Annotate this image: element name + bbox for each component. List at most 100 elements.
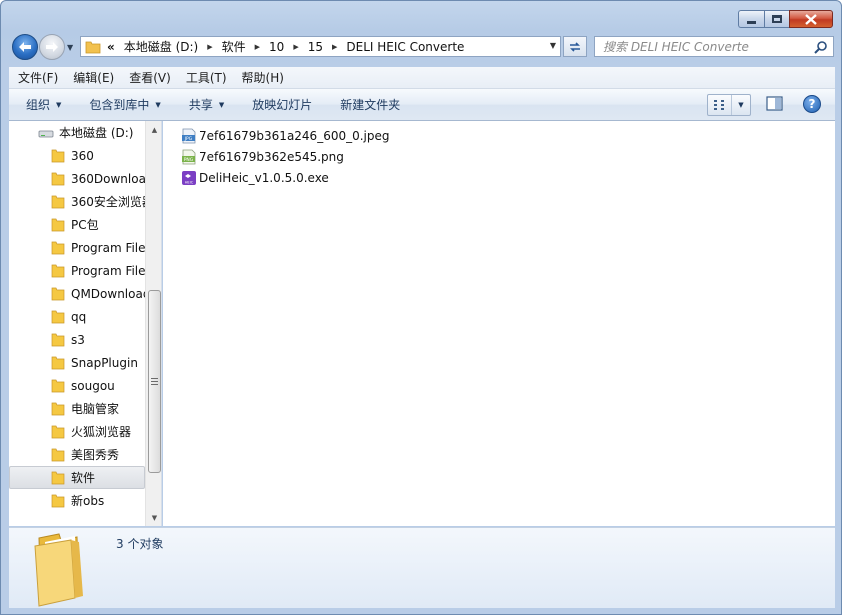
folder-icon: [51, 149, 65, 162]
tree-item-folder[interactable]: PC包: [9, 213, 145, 236]
tree-item-folder[interactable]: Program Files: [9, 236, 145, 259]
forward-button[interactable]: [39, 34, 65, 60]
file-item-exe[interactable]: HEIC DeliHeic_v1.0.5.0.exe: [181, 168, 329, 188]
organize-button[interactable]: 组织 ▼: [26, 96, 61, 113]
recent-pages-dropdown-icon[interactable]: ▼: [67, 43, 73, 52]
file-name: 7ef61679b362e545.png: [199, 150, 344, 164]
organize-label: 组织: [26, 98, 51, 112]
tree-item-folder-selected[interactable]: 软件: [9, 466, 145, 489]
search-icon[interactable]: [814, 40, 828, 54]
breadcrumb-separator-icon[interactable]: ▶: [332, 43, 337, 51]
breadcrumb-10[interactable]: 10: [269, 40, 284, 54]
scroll-down-icon[interactable]: ▼: [146, 509, 161, 526]
details-pane: 3 个对象: [9, 527, 835, 608]
tree-item-folder[interactable]: 360: [9, 144, 145, 167]
tree-label: 360安全浏览器: [71, 195, 145, 209]
svg-text:HEIC: HEIC: [185, 181, 194, 185]
svg-text:JPG: JPG: [184, 136, 193, 142]
breadcrumb-separator-icon[interactable]: ▶: [293, 43, 298, 51]
tree-label: 360Downloads: [71, 171, 145, 186]
tree-label: 美图秀秀: [71, 448, 120, 462]
tree-item-folder[interactable]: 360Downloads: [9, 167, 145, 190]
tree-item-folder[interactable]: 美图秀秀: [9, 443, 145, 466]
maximize-icon: [772, 15, 782, 23]
jpeg-file-icon: JPG: [182, 128, 196, 144]
slideshow-label: 放映幻灯片: [252, 98, 313, 112]
menu-help[interactable]: 帮助(H): [242, 69, 284, 86]
file-item-jpeg[interactable]: JPG 7ef61679b361a246_600_0.jpeg: [181, 126, 390, 146]
folder-icon: [51, 172, 65, 185]
breadcrumb-overflow[interactable]: «: [107, 40, 115, 54]
tree-item-folder[interactable]: QMDownload: [9, 282, 145, 305]
tree-label: PC包: [71, 218, 99, 232]
share-button[interactable]: 共享 ▼: [189, 96, 224, 113]
folder-icon: [51, 448, 65, 461]
tree-item-folder[interactable]: 火狐浏览器: [9, 420, 145, 443]
tree-item-folder[interactable]: 360安全浏览器: [9, 190, 145, 213]
folder-icon: [51, 402, 65, 415]
breadcrumb-15[interactable]: 15: [308, 40, 323, 54]
minimize-icon: [747, 20, 756, 24]
menu-edit[interactable]: 编辑(E): [73, 69, 114, 86]
search-input[interactable]: 搜索 DELI HEIC Converte: [594, 36, 834, 57]
tree-item-folder[interactable]: SnapPlugin: [9, 351, 145, 374]
folder-icon: [51, 195, 65, 208]
folder-icon: [51, 264, 65, 277]
scrollbar-thumb[interactable]: [148, 290, 161, 473]
tree-label: 新obs: [71, 494, 105, 508]
scroll-up-icon[interactable]: ▲: [146, 121, 161, 138]
help-button[interactable]: ?: [803, 95, 821, 113]
navigation-pane: 本地磁盘 (D:) 360 360Downloads 360安全浏览器 PC包 …: [9, 121, 162, 526]
address-bar[interactable]: « 本地磁盘 (D:) ▶ 软件 ▶ 10 ▶ 15 ▶ DELI HEIC C…: [80, 36, 561, 57]
menu-tools[interactable]: 工具(T): [186, 69, 227, 86]
minimize-button[interactable]: [738, 10, 764, 28]
menu-file[interactable]: 文件(F): [18, 69, 58, 86]
item-count: 3 个对象: [116, 537, 164, 551]
folder-icon: [51, 287, 65, 300]
slideshow-button[interactable]: 放映幻灯片: [252, 96, 312, 113]
new-folder-label: 新建文件夹: [340, 98, 401, 112]
breadcrumb-software[interactable]: 软件: [222, 38, 246, 55]
tree-label: Program Files (x86): [71, 263, 145, 278]
tree-item-folder[interactable]: sougou: [9, 374, 145, 397]
chevron-down-icon: ▼: [218, 100, 225, 109]
menu-view[interactable]: 查看(V): [129, 69, 171, 86]
file-item-png[interactable]: PNG 7ef61679b362e545.png: [181, 147, 344, 167]
new-folder-button[interactable]: 新建文件夹: [340, 96, 400, 113]
grip-icon: [151, 378, 158, 385]
close-button[interactable]: [789, 10, 833, 28]
breadcrumb-drive[interactable]: 本地磁盘 (D:): [124, 38, 198, 55]
view-list-icon[interactable]: [708, 95, 732, 115]
tree-item-folder[interactable]: 电脑管家: [9, 397, 145, 420]
address-dropdown-icon[interactable]: ▼: [550, 41, 556, 50]
file-list-pane[interactable]: JPG 7ef61679b361a246_600_0.jpeg PNG 7ef6…: [163, 121, 835, 526]
folder-icon: [51, 333, 65, 346]
tree-item-folder[interactable]: 新obs: [9, 489, 145, 512]
nav-scrollbar[interactable]: ▲ ▼: [145, 121, 161, 526]
folder-icon: [51, 379, 65, 392]
preview-pane-icon[interactable]: [766, 96, 783, 111]
tree-item-folder[interactable]: s3: [9, 328, 145, 351]
tree-item-drive-d[interactable]: 本地磁盘 (D:): [9, 121, 145, 144]
tree-item-folder[interactable]: qq: [9, 305, 145, 328]
breadcrumb-separator-icon[interactable]: ▶: [255, 43, 260, 51]
chevron-down-icon: ▼: [56, 100, 62, 109]
tree-label: Program Files: [71, 240, 145, 255]
tree-label: sougou: [71, 378, 115, 393]
breadcrumb-separator-icon[interactable]: ▶: [207, 43, 212, 51]
tree-item-folder[interactable]: Program Files (x86): [9, 259, 145, 282]
search-placeholder: 搜索 DELI HEIC Converte: [603, 40, 749, 54]
folder-icon: [51, 425, 65, 438]
folder-icon: [51, 471, 65, 484]
forward-arrow-icon: [46, 42, 58, 52]
back-button[interactable]: [12, 34, 38, 60]
maximize-button[interactable]: [764, 10, 789, 28]
change-view-button[interactable]: ▼: [707, 94, 751, 116]
breadcrumb-current-folder[interactable]: DELI HEIC Converte: [346, 40, 464, 54]
refresh-button[interactable]: [563, 36, 587, 57]
tree-label: s3: [71, 332, 85, 347]
view-dropdown-icon[interactable]: ▼: [732, 101, 750, 109]
command-bar: 组织 ▼ 包含到库中 ▼ 共享 ▼ 放映幻灯片 新建文件夹 ▼ ?: [9, 89, 835, 121]
include-in-library-button[interactable]: 包含到库中 ▼: [89, 96, 160, 113]
tree-label: QMDownload: [71, 286, 145, 301]
